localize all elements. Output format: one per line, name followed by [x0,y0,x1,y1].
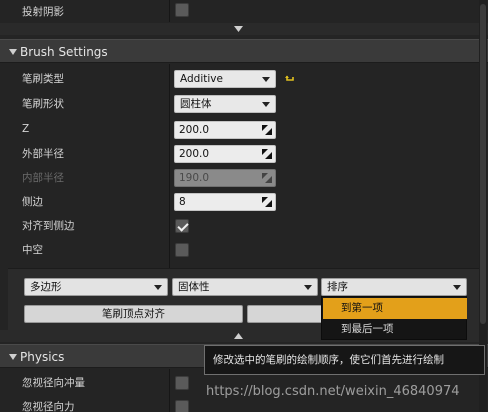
chevron-up-icon [234,333,243,339]
brush-shape-dropdown[interactable]: 圆柱体 [174,95,276,113]
z-value: 200.0 [179,124,210,136]
cast-shadow-row: 投射阴影 [0,0,488,24]
scrollbar-thumb[interactable] [480,4,486,324]
ignore-radial-impulse-checkbox[interactable] [175,376,189,390]
polygon-dropdown-label: 多边形 [30,281,62,293]
align-to-side-label: 对齐到侧边 [22,220,75,232]
outer-radius-value: 200.0 [179,148,210,160]
drag-handle-icon[interactable] [262,197,272,207]
align-to-side-row: 对齐到侧边 [0,214,488,238]
align-to-side-checkbox[interactable] [175,219,189,233]
polygon-dropdown[interactable]: 多边形 [24,278,168,296]
inner-radius-row: 内部半径 190.0 [0,166,488,190]
solidity-dropdown-label: 固体性 [178,281,210,293]
ignore-radial-force-checkbox[interactable] [175,400,189,412]
sides-input[interactable]: 8 [174,193,276,211]
outer-radius-label: 外部半径 [22,148,64,160]
menu-item-to-first[interactable]: 到第一项 [323,298,467,319]
sides-row: 侧边 8 [0,190,488,214]
reset-to-default-icon[interactable] [285,74,295,84]
brush-shape-value: 圆柱体 [180,98,212,110]
z-label: Z [22,123,30,135]
column-divider [169,0,170,22]
hollow-row: 中空 [0,238,488,262]
drag-handle-icon [262,173,272,183]
hollow-checkbox[interactable] [175,243,189,257]
dropdown-arrow-icon [262,77,270,82]
watermark: https://blog.csdn.net/weixin_46840974 [206,384,460,399]
brush-type-value: Additive [180,73,223,85]
dropdown-arrow-icon [304,285,312,290]
collapse-triangle-icon [9,354,17,360]
outer-radius-input[interactable]: 200.0 [174,145,276,163]
cast-shadow-checkbox[interactable] [175,3,189,17]
hollow-label: 中空 [22,244,43,256]
menu-item-to-last[interactable]: 到最后一项 [323,319,467,340]
order-dropdown[interactable]: 排序 [321,278,467,296]
order-dropdown-menu: 到第一项 到最后一项 [321,296,467,340]
solidity-dropdown[interactable]: 固体性 [172,278,318,296]
physics-title: Physics [20,350,65,364]
collapse-triangle-icon [9,49,17,55]
drag-handle-icon[interactable] [262,149,272,159]
dropdown-arrow-icon [262,102,270,107]
advanced-expander[interactable] [0,23,488,35]
sides-value: 8 [179,196,186,208]
ignore-radial-impulse-label: 忽视径向冲量 [22,377,85,389]
brush-shape-label: 笔刷形状 [22,98,64,110]
outer-radius-row: 外部半径 200.0 [0,142,488,166]
cast-shadow-label: 投射阴影 [22,6,64,18]
inner-radius-input: 190.0 [174,169,276,187]
align-brush-vertices-button[interactable]: 笔刷顶点对齐 [24,305,243,323]
brush-settings-title: Brush Settings [20,45,108,59]
dropdown-arrow-icon [453,285,461,290]
z-row: Z 200.0 [0,117,488,141]
tooltip: 修改选中的笔刷的绘制顺序，使它们首先进行绘制 [204,345,485,375]
inner-radius-label: 内部半径 [22,172,64,184]
chevron-down-icon [234,26,243,32]
sides-label: 侧边 [22,196,43,208]
order-dropdown-label: 排序 [327,281,348,293]
drag-handle-icon[interactable] [262,125,272,135]
brush-shape-row: 笔刷形状 圆柱体 [0,92,488,116]
z-input[interactable]: 200.0 [174,121,276,139]
inner-radius-value: 190.0 [179,172,210,184]
brush-type-dropdown[interactable]: Additive [174,70,276,88]
brush-settings-header[interactable]: Brush Settings [0,39,488,63]
brush-type-label: 笔刷类型 [22,73,64,85]
ignore-radial-force-label: 忽视径向力 [22,401,75,412]
dropdown-arrow-icon [154,285,162,290]
brush-type-row: 笔刷类型 Additive [0,67,488,91]
